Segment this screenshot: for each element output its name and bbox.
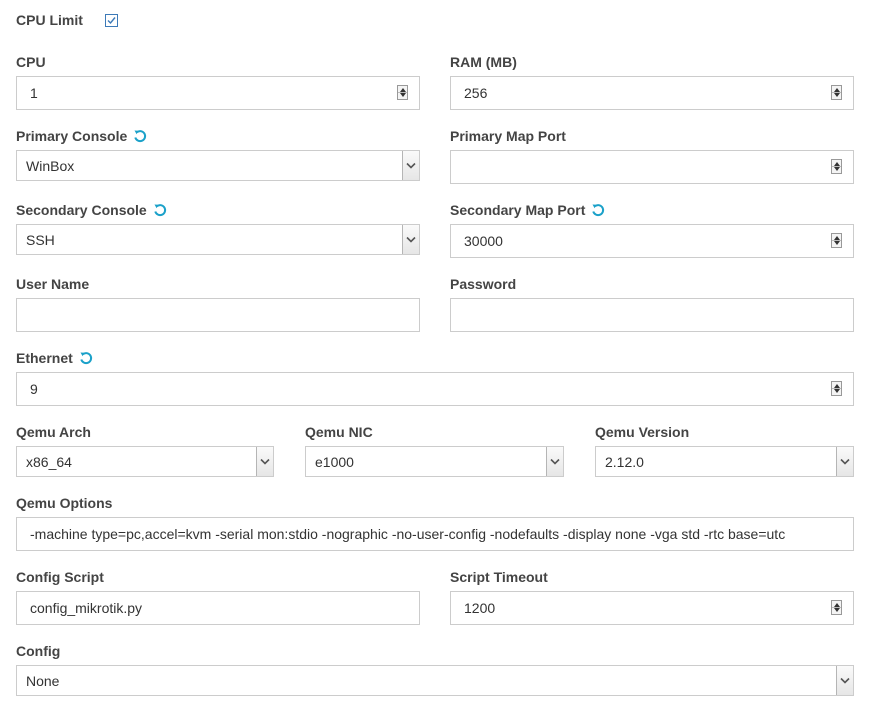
config-script-label: Config Script	[16, 569, 104, 585]
ram-input[interactable]: 256	[450, 76, 854, 110]
spinner-arrows-icon[interactable]	[831, 233, 842, 248]
qemu-version-select[interactable]: 2.12.0	[595, 446, 854, 477]
reset-icon[interactable]	[79, 351, 93, 365]
spinner-arrows-icon[interactable]	[831, 85, 842, 100]
reset-icon[interactable]	[153, 203, 167, 217]
config-label: Config	[16, 643, 61, 659]
primary-console-select[interactable]: WinBox	[16, 150, 420, 181]
secondary-console-select[interactable]: SSH	[16, 224, 420, 255]
cpu-label: CPU	[16, 54, 46, 70]
qemu-version-label: Qemu Version	[595, 424, 690, 440]
chevron-down-icon[interactable]	[836, 666, 853, 695]
user-name-label: User Name	[16, 276, 90, 292]
spinner-arrows-icon[interactable]	[831, 381, 842, 396]
reset-icon[interactable]	[591, 203, 605, 217]
user-name-input[interactable]	[16, 298, 420, 332]
spinner-arrows-icon[interactable]	[831, 159, 842, 174]
ethernet-label: Ethernet	[16, 349, 93, 367]
chevron-down-icon[interactable]	[546, 447, 563, 476]
qemu-arch-label: Qemu Arch	[16, 424, 91, 440]
chevron-down-icon[interactable]	[836, 447, 853, 476]
ethernet-input[interactable]: 9	[16, 372, 854, 406]
ram-label: RAM (MB)	[450, 54, 517, 70]
qemu-options-label: Qemu Options	[16, 495, 113, 511]
cpu-limit-checkbox[interactable]	[105, 14, 118, 27]
config-select[interactable]: None	[16, 665, 854, 696]
secondary-map-port-input[interactable]: 30000	[450, 224, 854, 258]
chevron-down-icon[interactable]	[256, 447, 273, 476]
secondary-console-label: Secondary Console	[16, 201, 167, 219]
chevron-down-icon[interactable]	[402, 225, 419, 254]
qemu-arch-select[interactable]: x86_64	[16, 446, 274, 477]
password-input[interactable]	[450, 298, 854, 332]
check-icon	[107, 17, 116, 25]
password-label: Password	[450, 276, 517, 292]
script-timeout-label: Script Timeout	[450, 569, 548, 585]
qemu-nic-label: Qemu NIC	[305, 424, 373, 440]
cpu-input[interactable]: 1	[16, 76, 420, 110]
primary-map-port-input[interactable]	[450, 150, 854, 184]
qemu-nic-select[interactable]: e1000	[305, 446, 564, 477]
primary-map-port-label: Primary Map Port	[450, 128, 566, 144]
chevron-down-icon[interactable]	[402, 151, 419, 180]
spinner-arrows-icon[interactable]	[831, 600, 842, 615]
reset-icon[interactable]	[133, 129, 147, 143]
qemu-options-input[interactable]: -machine type=pc,accel=kvm -serial mon:s…	[16, 517, 854, 551]
secondary-map-port-label: Secondary Map Port	[450, 201, 605, 219]
spinner-arrows-icon[interactable]	[397, 85, 408, 100]
cpu-limit-label: CPU Limit	[16, 12, 83, 28]
script-timeout-input[interactable]: 1200	[450, 591, 854, 625]
config-script-input[interactable]: config_mikrotik.py	[16, 591, 420, 625]
primary-console-label: Primary Console	[16, 127, 147, 145]
